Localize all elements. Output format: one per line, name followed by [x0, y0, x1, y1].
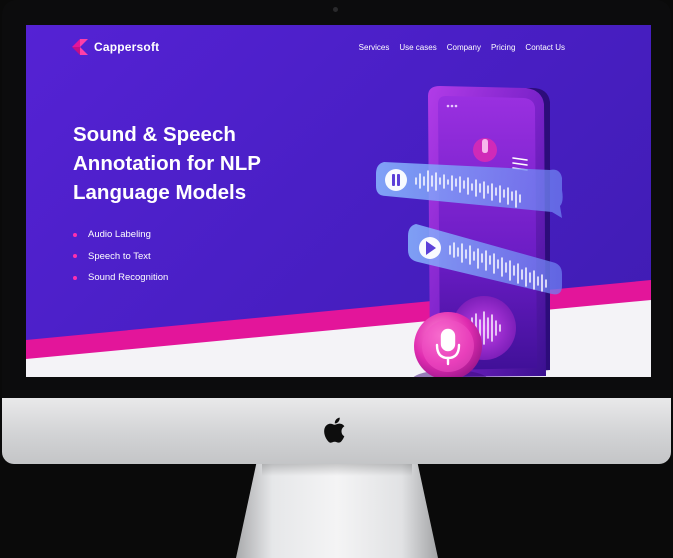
list-item: Speech to Text — [73, 246, 168, 268]
hero-title-line-3: Language Models — [73, 181, 247, 204]
cappersoft-logo-icon — [72, 39, 88, 55]
bullet-dot-icon — [73, 232, 77, 237]
nav-item-services[interactable]: Services — [359, 43, 390, 52]
list-item: Audio Labeling — [73, 224, 168, 246]
nav-item-use-cases[interactable]: Use cases — [399, 43, 436, 52]
nav-item-pricing[interactable]: Pricing — [491, 43, 515, 52]
website-screen: Cappersoft Services Use cases Company Pr… — [26, 25, 651, 377]
main-nav: Services Use cases Company Pricing Conta… — [359, 43, 565, 52]
monitor-stand — [236, 464, 438, 558]
brand-logo-link[interactable]: Cappersoft — [72, 39, 159, 55]
apple-logo-icon — [324, 417, 345, 443]
webcam — [333, 7, 338, 12]
list-item: Sound Recognition — [73, 267, 168, 289]
feature-label: Speech to Text — [88, 250, 151, 262]
hero-title-line-2: Annotation for NLP — [73, 152, 261, 175]
nav-item-contact-us[interactable]: Contact Us — [525, 43, 565, 52]
bullet-dot-icon — [73, 254, 77, 259]
nav-item-company[interactable]: Company — [447, 43, 481, 52]
microphone-icon — [482, 139, 488, 153]
hero-title: Sound & Speech Annotation for NLP Langua… — [73, 120, 373, 207]
feature-list: Audio Labeling Speech to Text Sound Reco… — [73, 224, 168, 289]
stand-shadow — [262, 464, 412, 476]
bullet-dot-icon — [73, 275, 77, 280]
feature-label: Sound Recognition — [88, 272, 169, 284]
phone-illustration — [376, 86, 563, 377]
hero-title-line-1: Sound & Speech — [73, 123, 236, 146]
brand-name: Cappersoft — [94, 40, 160, 54]
feature-label: Audio Labeling — [88, 229, 151, 241]
